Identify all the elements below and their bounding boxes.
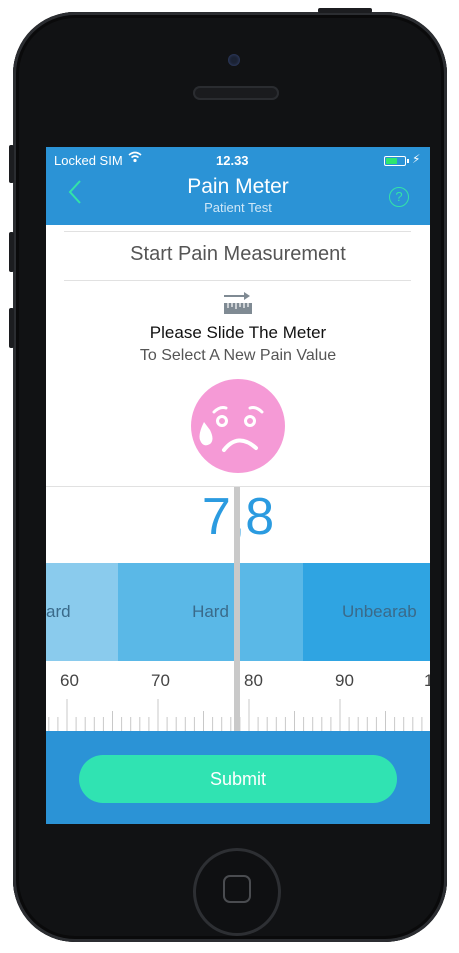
instruction-secondary: To Select A New Pain Value — [139, 347, 337, 364]
charging-bolt-icon: ⚡ — [412, 152, 421, 166]
meter-indicator[interactable] — [234, 487, 240, 731]
band-unbearable: Unbearab — [303, 563, 430, 661]
ruler-slide-icon — [224, 292, 252, 314]
band-label: ard — [46, 602, 71, 621]
app-screen: Locked SIM 12.33 ⚡ Pain Meter Patient Te… — [46, 147, 430, 824]
battery-charging-icon — [384, 156, 406, 166]
section-title: Start Pain Measurement — [130, 243, 346, 265]
status-time: 12.33 — [216, 153, 249, 168]
divider-top — [64, 231, 411, 232]
band-hard-left: ard — [46, 563, 118, 661]
bottom-bar: Submit — [46, 731, 430, 824]
volume-up-button — [9, 232, 14, 272]
divider-section — [64, 280, 411, 281]
top-bar: Locked SIM 12.33 ⚡ Pain Meter Patient Te… — [46, 147, 430, 225]
submit-button[interactable]: Submit — [79, 755, 397, 803]
wifi-icon — [128, 151, 142, 166]
home-square-icon — [223, 875, 251, 903]
band-hard: Hard — [118, 563, 303, 661]
earpiece-speaker — [193, 86, 279, 100]
help-icon[interactable]: ? — [389, 187, 409, 207]
band-label: Hard — [192, 602, 229, 621]
instruction-primary: Please Slide The Meter — [149, 323, 327, 342]
power-button — [318, 8, 372, 13]
battery-tip — [407, 159, 409, 163]
status-bar: Locked SIM 12.33 ⚡ — [46, 151, 430, 169]
nav-subtitle: Patient Test — [204, 200, 272, 215]
nav-title: Pain Meter — [187, 175, 289, 198]
carrier-label: Locked SIM — [54, 153, 123, 168]
volume-down-button — [9, 308, 14, 348]
front-camera — [228, 54, 240, 66]
sad-sweat-face-icon — [191, 379, 285, 473]
band-label: Unbearab — [342, 602, 417, 621]
mute-switch — [9, 145, 14, 183]
